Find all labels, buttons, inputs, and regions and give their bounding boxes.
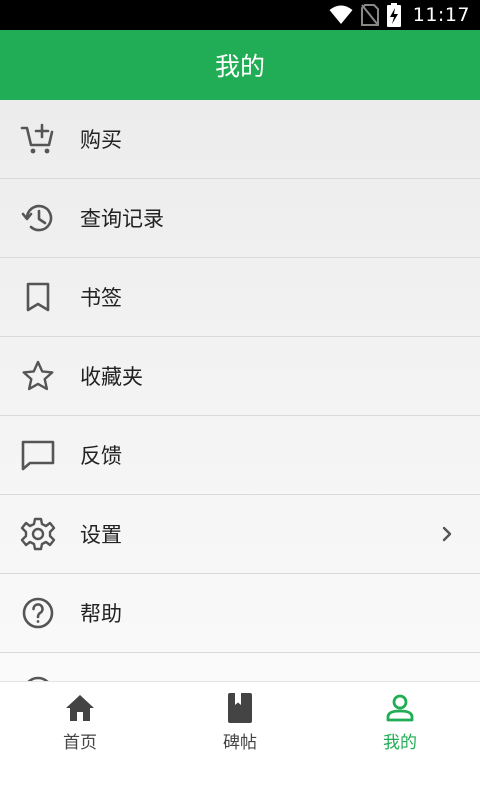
- tab-mine-label: 我的: [383, 733, 417, 753]
- tab-home[interactable]: 首页: [0, 682, 160, 762]
- cart-add-icon: [20, 121, 56, 157]
- chevron-right-icon: [440, 524, 454, 544]
- menu-label-help: 帮助: [80, 602, 122, 626]
- menu-label-settings: 设置: [80, 523, 122, 547]
- gear-icon: [20, 516, 56, 552]
- info-icon: [20, 674, 56, 681]
- menu-item-feedback[interactable]: 反馈: [0, 416, 480, 495]
- menu-item-bookmark[interactable]: 书签: [0, 258, 480, 337]
- menu-item-favorites[interactable]: 收藏夹: [0, 337, 480, 416]
- star-icon: [20, 358, 56, 394]
- tab-mine[interactable]: 我的: [320, 682, 480, 762]
- app-bar: 我的: [0, 30, 480, 100]
- menu-item-buy[interactable]: 购买: [0, 100, 480, 179]
- menu-list[interactable]: 购买 查询记录 书签 收藏夹 反馈 设置 帮助: [0, 100, 480, 681]
- status-time: 11:17: [412, 4, 470, 26]
- status-bar: 11:17: [0, 0, 480, 30]
- page-title: 我的: [214, 52, 265, 81]
- bottom-nav: 首页 碑帖 我的: [0, 681, 480, 801]
- menu-item-help[interactable]: 帮助: [0, 574, 480, 653]
- menu-label-feedback: 反馈: [80, 444, 122, 468]
- menu-label-buy: 购买: [80, 128, 122, 152]
- bookmark-icon: [20, 279, 56, 315]
- menu-label-favorites: 收藏夹: [80, 365, 143, 389]
- menu-label-history: 查询记录: [80, 207, 164, 231]
- menu-item-about[interactable]: 关于: [0, 653, 480, 681]
- feedback-icon: [20, 437, 56, 473]
- wifi-icon: [329, 5, 353, 24]
- person-icon: [384, 692, 416, 724]
- status-icons: 11:17: [329, 0, 470, 30]
- history-icon: [20, 200, 56, 236]
- battery-charging-icon: [386, 3, 401, 27]
- tab-rubbings[interactable]: 碑帖: [160, 682, 320, 762]
- home-icon: [64, 692, 96, 724]
- tab-home-label: 首页: [63, 733, 97, 753]
- tab-rubbings-label: 碑帖: [223, 733, 257, 753]
- book-icon: [224, 692, 256, 724]
- menu-item-history[interactable]: 查询记录: [0, 179, 480, 258]
- no-sim-icon: [360, 4, 379, 26]
- help-icon: [20, 595, 56, 631]
- menu-label-bookmark: 书签: [80, 286, 122, 310]
- menu-item-settings[interactable]: 设置: [0, 495, 480, 574]
